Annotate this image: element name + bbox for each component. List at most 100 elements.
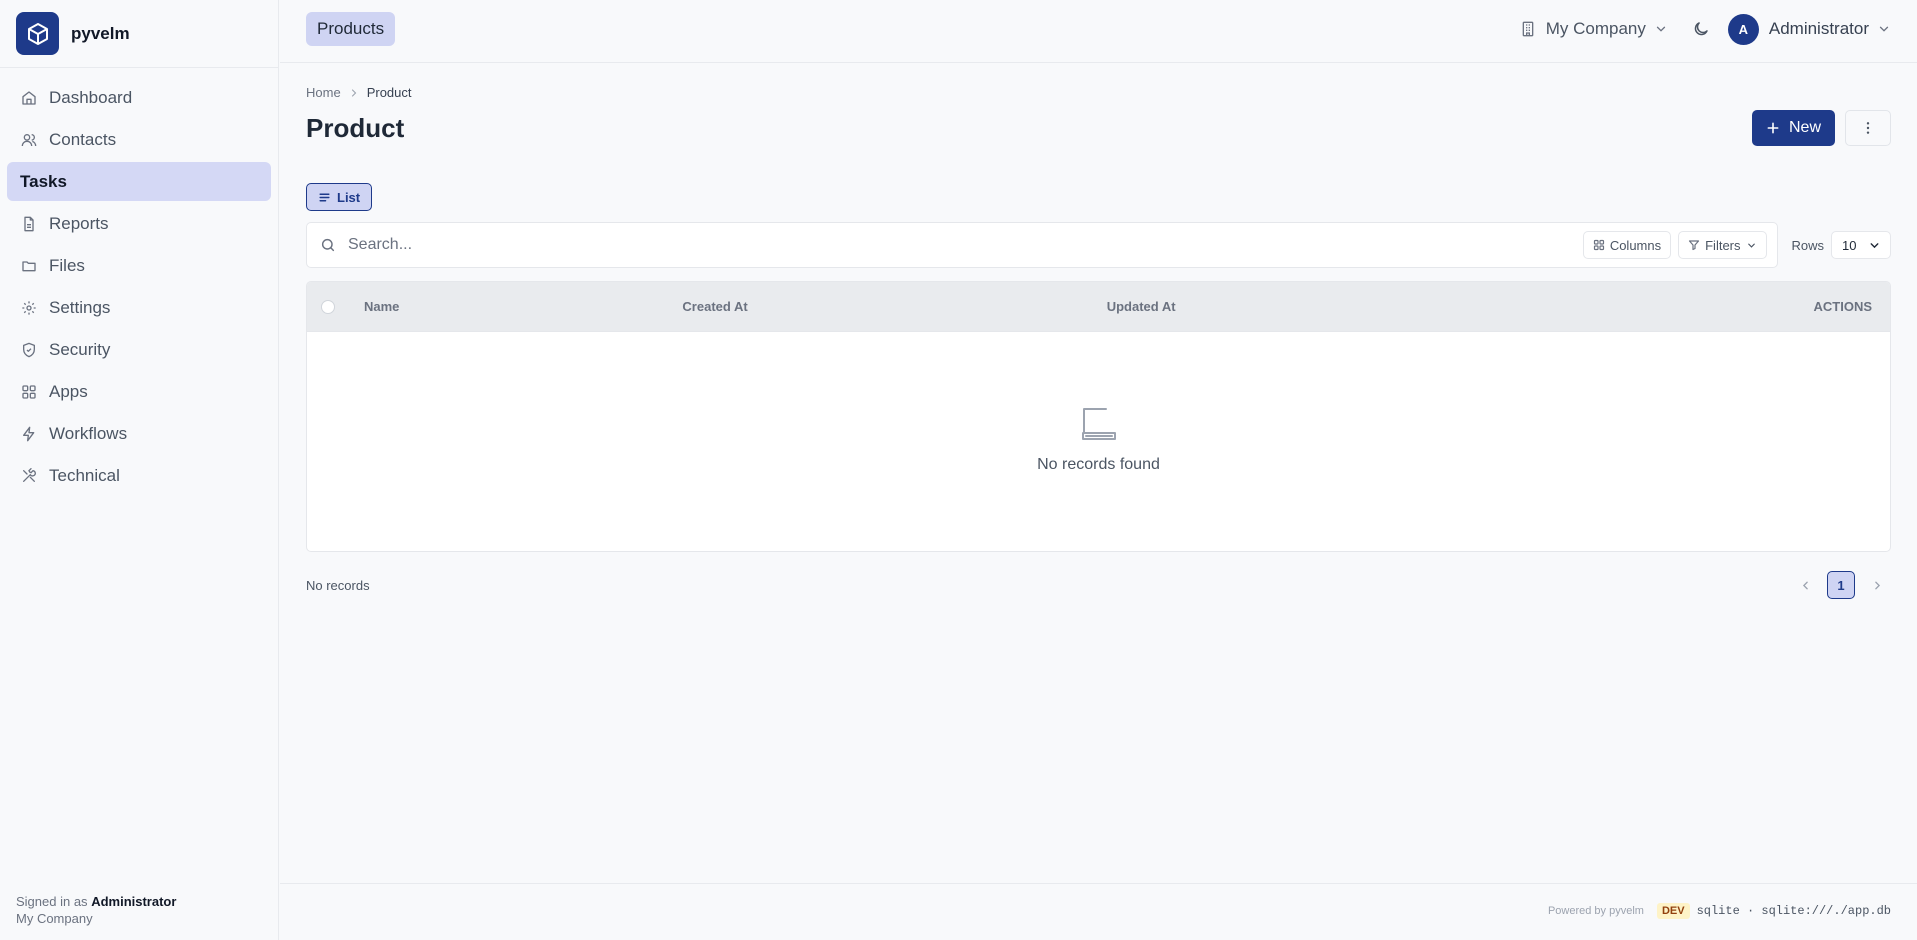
record-count: No records <box>306 577 370 593</box>
search-icon <box>320 237 336 253</box>
sidebar-item-label: Technical <box>49 465 120 485</box>
company-name: My Company <box>1545 19 1646 38</box>
tools-icon <box>21 467 37 484</box>
company-switcher[interactable]: My Company <box>1520 19 1668 39</box>
chevron-left-icon <box>1799 579 1812 592</box>
columns-button[interactable]: Columns <box>1582 231 1672 259</box>
home-icon <box>21 90 37 106</box>
brand[interactable]: pyvelm <box>0 0 278 68</box>
sidebar-item-reports[interactable]: Reports <box>7 204 271 243</box>
sidebar-item-tasks[interactable]: Tasks <box>7 162 271 201</box>
module-tab-products[interactable]: Products <box>306 12 396 46</box>
sidebar-item-contacts[interactable]: Contacts <box>7 120 271 159</box>
users-icon <box>21 132 37 148</box>
sidebar-item-label: Files <box>49 255 85 275</box>
page-button[interactable]: 1 <box>1827 571 1855 599</box>
column-header-actions: ACTIONS <box>1813 299 1873 314</box>
sidebar-nav: Dashboard Contacts Tasks Reports Files S… <box>0 68 278 495</box>
view-list-button[interactable]: List <box>306 183 373 211</box>
brand-name: pyvelm <box>71 23 130 43</box>
sidebar-item-label: Dashboard <box>49 87 133 107</box>
filter-icon <box>1688 239 1700 251</box>
breadcrumb-home[interactable]: Home <box>306 85 341 100</box>
next-page-button[interactable] <box>1863 571 1891 599</box>
topbar: Products My Company A Administrator <box>280 0 1917 63</box>
select-all-checkbox[interactable] <box>321 299 335 314</box>
signed-in-info: Signed in as Administrator My Company <box>16 893 176 927</box>
database-info: sqlite · sqlite:///./app.db <box>1696 904 1891 918</box>
user-name: Administrator <box>1768 19 1869 38</box>
signed-in-user: Administrator <box>91 894 177 909</box>
pagination-row: No records 1 <box>306 571 1891 599</box>
empty-state: No records found <box>307 332 1890 474</box>
view-list-label: List <box>337 189 361 205</box>
signed-in-company: My Company <box>16 911 93 926</box>
sidebar-item-label: Settings <box>49 297 111 317</box>
sidebar-item-apps[interactable]: Apps <box>7 372 271 411</box>
grid-icon <box>1593 239 1605 251</box>
sidebar-item-dashboard[interactable]: Dashboard <box>7 78 271 117</box>
filters-button[interactable]: Filters <box>1678 231 1767 259</box>
env-badge: DEV <box>1656 903 1690 919</box>
signed-in-prefix: Signed in as <box>16 894 88 909</box>
rows-per-page-select[interactable]: 10 <box>1831 231 1891 259</box>
column-header-created-at[interactable]: Created At <box>682 299 747 314</box>
sidebar-item-label: Tasks <box>20 171 67 191</box>
search-box: Columns Filters <box>306 222 1778 268</box>
chevron-down-icon <box>1746 240 1757 251</box>
table-header: Name Created At Updated At ACTIONS <box>307 282 1890 332</box>
columns-label: Columns <box>1609 237 1662 253</box>
cube-icon <box>16 12 59 55</box>
sidebar-item-security[interactable]: Security <box>7 330 271 369</box>
list-icon <box>318 191 331 204</box>
sidebar: pyvelm Dashboard Contacts Tasks Reports … <box>0 0 279 940</box>
app-footer: Powered by pyvelm DEV sqlite · sqlite://… <box>280 883 1917 940</box>
filters-label: Filters <box>1705 237 1741 253</box>
sidebar-item-workflows[interactable]: Workflows <box>7 414 271 453</box>
more-actions-button[interactable] <box>1845 110 1891 146</box>
user-menu[interactable]: A Administrator <box>1727 13 1891 45</box>
chevron-down-icon <box>1654 22 1668 36</box>
new-button[interactable]: New <box>1751 110 1835 146</box>
sidebar-item-label: Security <box>49 339 111 359</box>
dark-mode-toggle-icon[interactable] <box>1692 20 1710 38</box>
column-header-updated-at[interactable]: Updated At <box>1107 299 1176 314</box>
plus-icon <box>1765 120 1781 136</box>
more-vertical-icon <box>1860 120 1876 136</box>
main-content: Home Product Product New List Columns Fi… <box>306 63 1891 599</box>
chevron-right-icon <box>348 87 360 99</box>
page-title: Product <box>306 112 405 143</box>
pagination: 1 <box>1791 571 1891 599</box>
inbox-empty-icon <box>1079 406 1119 442</box>
gear-icon <box>21 300 37 316</box>
avatar: A <box>1727 13 1759 45</box>
empty-state-text: No records found <box>1037 456 1160 473</box>
rows-label: Rows <box>1791 237 1825 253</box>
column-header-name[interactable]: Name <box>364 299 399 314</box>
breadcrumb: Home Product <box>306 85 1891 100</box>
chevron-down-icon <box>1877 22 1891 36</box>
powered-by: Powered by pyvelm <box>1547 905 1644 917</box>
chevron-down-icon <box>1868 239 1881 252</box>
list-toolbar: Columns Filters Rows 10 <box>306 222 1891 268</box>
breadcrumb-current: Product <box>366 85 412 100</box>
chevron-right-icon <box>1871 579 1884 592</box>
shield-icon <box>21 342 37 358</box>
records-table: Name Created At Updated At ACTIONS No re… <box>306 281 1891 552</box>
prev-page-button[interactable] <box>1791 571 1819 599</box>
bolt-icon <box>21 426 37 442</box>
sidebar-item-label: Apps <box>49 381 88 401</box>
sidebar-item-settings[interactable]: Settings <box>7 288 271 327</box>
sidebar-item-files[interactable]: Files <box>7 246 271 285</box>
file-icon <box>21 216 37 232</box>
search-input[interactable] <box>348 236 1576 254</box>
rows-value: 10 <box>1842 237 1857 253</box>
topbar-actions: My Company A Administrator <box>1520 13 1891 45</box>
new-button-label: New <box>1788 119 1821 136</box>
building-icon <box>1520 21 1536 37</box>
sidebar-item-label: Workflows <box>49 423 128 443</box>
sidebar-item-label: Contacts <box>49 129 117 149</box>
title-row: Product New <box>306 110 1891 146</box>
sidebar-item-label: Reports <box>49 213 109 233</box>
sidebar-item-technical[interactable]: Technical <box>7 456 271 495</box>
